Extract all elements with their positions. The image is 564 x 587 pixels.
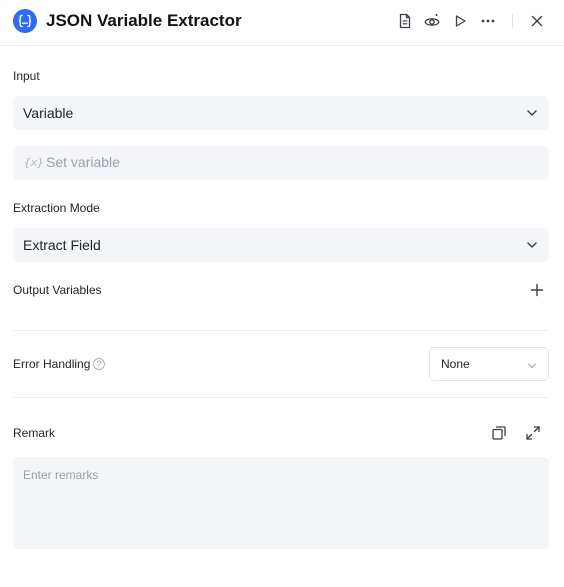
output-variables-label: Output Variables [13, 283, 102, 297]
preview-icon[interactable] [422, 11, 442, 31]
more-icon[interactable] [478, 11, 498, 31]
header-divider [512, 14, 513, 28]
chevron-down-icon [526, 359, 538, 377]
set-variable-field[interactable]: {x} Set variable [13, 146, 549, 180]
chevron-down-icon [525, 106, 539, 125]
expand-icon[interactable] [524, 424, 542, 442]
plus-icon[interactable] [529, 282, 545, 298]
panel-header: JSON Variable Extractor [0, 0, 564, 46]
extraction-mode-label: Extraction Mode [13, 201, 100, 215]
close-icon[interactable] [527, 11, 547, 31]
input-source-select[interactable]: Variable [13, 96, 549, 130]
remark-label: Remark [13, 426, 56, 440]
chevron-down-icon [525, 238, 539, 257]
set-variable-placeholder: Set variable [46, 154, 120, 170]
section-divider [13, 397, 549, 398]
error-handling-select[interactable]: None [429, 347, 549, 381]
json-braces-icon [13, 9, 37, 33]
variable-icon: {x} [24, 156, 44, 169]
panel-title: JSON Variable Extractor [46, 11, 242, 30]
input-source-value: Variable [23, 105, 74, 121]
remarks-textarea[interactable] [13, 457, 549, 549]
copy-icon[interactable] [490, 424, 508, 442]
help-icon[interactable]: ? [93, 358, 105, 370]
run-icon[interactable] [450, 11, 470, 31]
error-handling-label: Error Handling [13, 357, 91, 371]
section-divider [13, 330, 549, 331]
extraction-mode-value: Extract Field [23, 237, 101, 253]
extraction-mode-select[interactable]: Extract Field [13, 228, 549, 262]
document-icon[interactable] [395, 11, 415, 31]
input-label: Input [13, 69, 40, 83]
error-handling-value: None [441, 357, 470, 371]
